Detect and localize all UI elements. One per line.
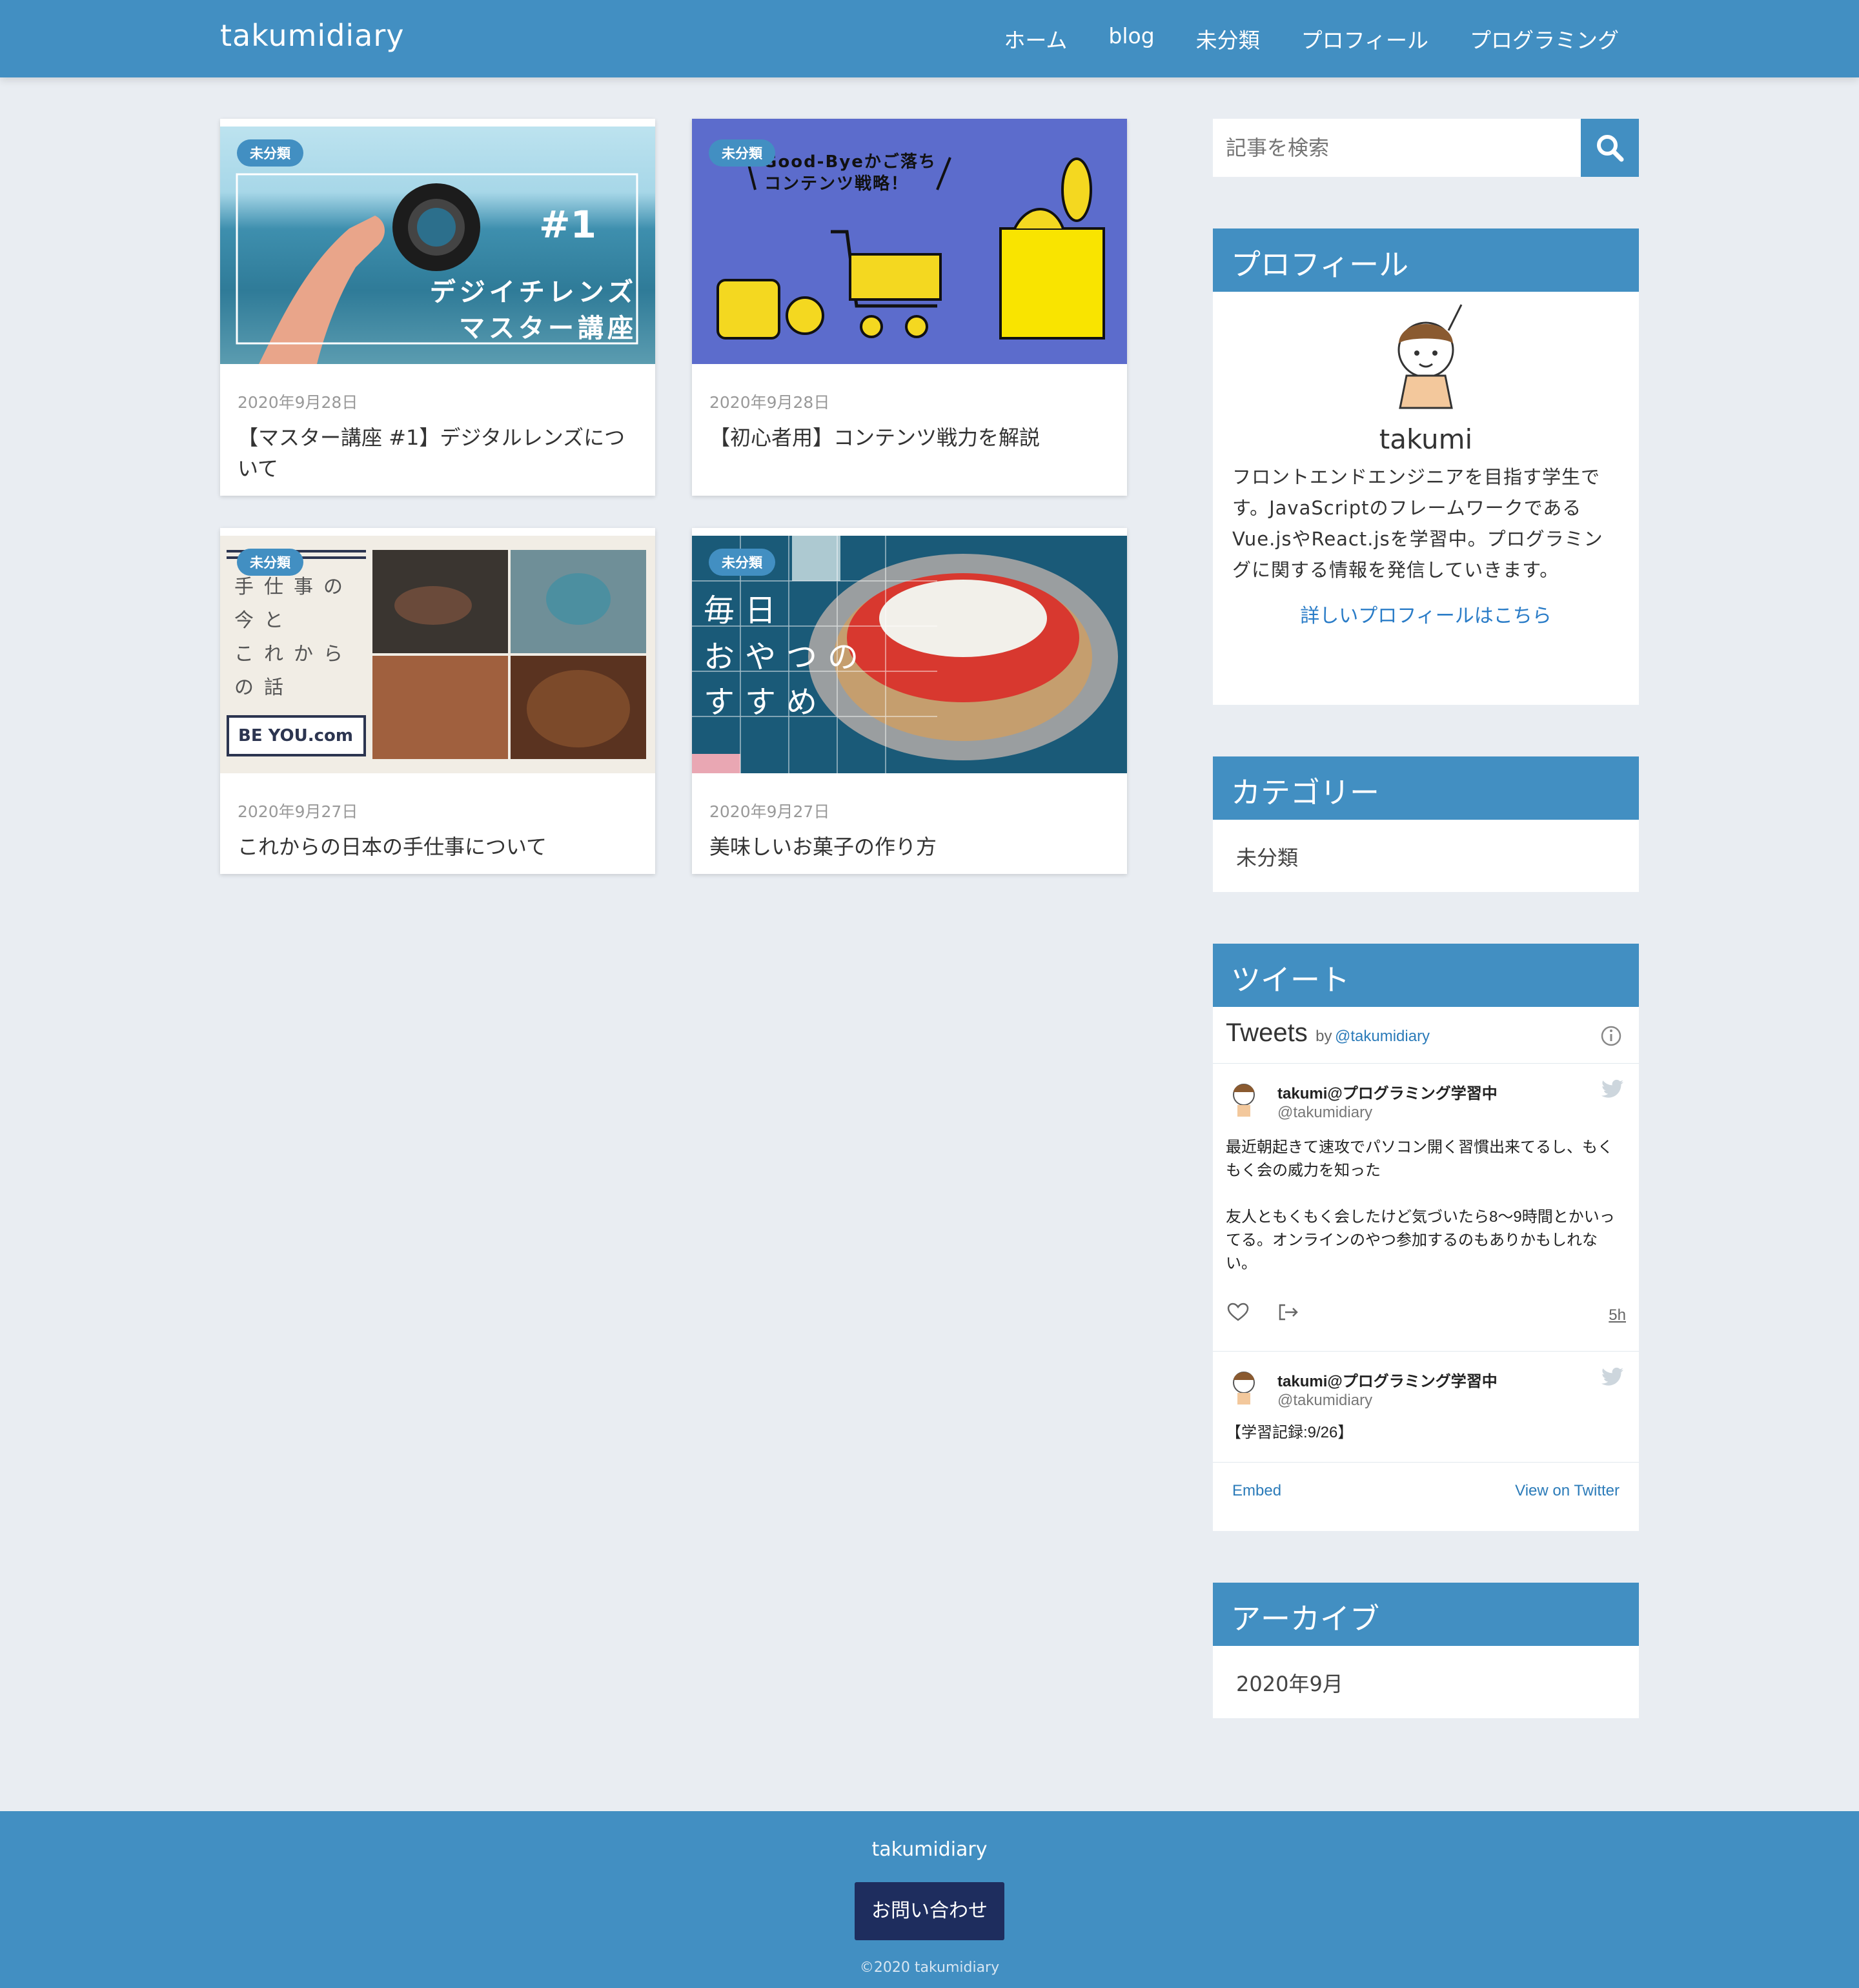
category-badge[interactable]: 未分類 xyxy=(237,139,303,167)
search-form xyxy=(1213,119,1639,177)
profile-bio: フロントエンドエンジニアを目指す学生です。JavaScriptのフレームワークで… xyxy=(1232,466,1603,581)
tweet-time[interactable]: 5h xyxy=(1609,1306,1626,1324)
post-date: 2020年9月28日 xyxy=(238,393,358,412)
site-footer: takumidiary お問い合わせ ©2020 takumidiary xyxy=(0,1811,1859,1988)
thumb-line: これから xyxy=(234,643,353,665)
thumb-logo: BE YOU.com xyxy=(227,715,366,756)
thumb-line: Good-Byeかご落ち xyxy=(763,152,937,172)
thumb-line: の話 xyxy=(234,676,294,699)
tweet-text: 【学習記録:9/26】 xyxy=(1226,1424,1354,1441)
avatar-wrap xyxy=(1213,292,1639,414)
thumb-line: コンテンツ戦略！ xyxy=(764,174,909,194)
post-card[interactable]: 手仕事の 今と これから の話 BE YOU.com 未分類 2020年9月27… xyxy=(220,528,655,874)
thumb-line: おやつの xyxy=(704,639,869,675)
category-badge[interactable]: 未分類 xyxy=(237,549,303,576)
archive-widget: アーカイブ 2020年9月 xyxy=(1213,1583,1639,1718)
post-date: 2020年9月28日 xyxy=(709,393,830,412)
timeline-label: Tweets xyxy=(1226,1019,1308,1047)
nav-uncategorized[interactable]: 未分類 xyxy=(1196,23,1260,54)
timeline-handle[interactable]: @takumidiary xyxy=(1335,1028,1430,1045)
share-icon[interactable] xyxy=(1277,1303,1299,1322)
widget-title: プロフィール xyxy=(1213,228,1639,292)
embed-link[interactable]: Embed xyxy=(1232,1482,1281,1500)
tweet-user[interactable]: takumi@プログラミング学習中 xyxy=(1277,1080,1498,1103)
tweet-avatar[interactable] xyxy=(1227,1368,1261,1405)
contact-button[interactable]: お問い合わせ xyxy=(855,1882,1004,1940)
category-widget: カテゴリー 未分類 xyxy=(1213,756,1639,892)
main-nav: ホーム blog 未分類 プロフィール プログラミング xyxy=(1004,23,1619,54)
tweet-item[interactable]: takumi@プログラミング学習中 @takumidiary 【学習記録:9/2… xyxy=(1213,1352,1639,1463)
post-title[interactable]: 美味しいお菓子の作り方 xyxy=(709,831,1104,862)
timeline-header: Tweets by @takumidiary xyxy=(1213,1007,1639,1064)
profile-name: takumi xyxy=(1379,423,1473,455)
nav-blog[interactable]: blog xyxy=(1108,23,1154,54)
profile-link[interactable]: 詳しいプロフィールはこちら xyxy=(1213,600,1639,628)
timeline-footer: Embed View on Twitter xyxy=(1213,1463,1639,1530)
view-on-twitter-link[interactable]: View on Twitter xyxy=(1515,1482,1620,1500)
post-card[interactable]: 毎日 おやつの すすめ 未分類 2020年9月27日 美味しいお菓子の作り方 xyxy=(692,528,1127,874)
post-title[interactable]: 【初心者用】コンテンツ戦力を解説 xyxy=(709,422,1104,453)
post-card[interactable]: Good-Byeかご落ち コンテンツ戦略！ 未分類 2020年9月28日 【初心… xyxy=(692,119,1127,496)
thumb-line: デジイチレンズ xyxy=(429,278,637,307)
archive-link[interactable]: 2020年9月 xyxy=(1213,1646,1639,1719)
twitter-bird-icon[interactable] xyxy=(1601,1079,1623,1099)
post-thumbnail[interactable]: Good-Byeかご落ち コンテンツ戦略！ 未分類 xyxy=(692,119,1127,364)
tweet-text: 最近朝起きて速攻でパソコン開く習慣出来てるし、もくもく会の威力を知った 友人とも… xyxy=(1226,1139,1615,1272)
category-badge[interactable]: 未分類 xyxy=(709,139,775,167)
thumb-line: すすめ xyxy=(704,684,828,720)
like-icon[interactable] xyxy=(1227,1303,1249,1322)
tweet-item[interactable]: takumi@プログラミング学習中 @takumidiary 最近朝起きて速攻で… xyxy=(1213,1064,1639,1352)
post-thumbnail[interactable]: 手仕事の 今と これから の話 BE YOU.com 未分類 xyxy=(220,528,655,773)
info-icon[interactable] xyxy=(1600,1025,1622,1047)
widget-title: ツイート xyxy=(1213,944,1639,1007)
footer-title[interactable]: takumidiary xyxy=(0,1838,1859,1861)
copyright: ©2020 takumidiary xyxy=(859,1960,1000,1976)
nav-profile[interactable]: プロフィール xyxy=(1301,23,1428,54)
post-title[interactable]: これからの日本の手仕事について xyxy=(238,831,632,862)
post-thumbnail[interactable]: #1 デジイチレンズ マスター講座 未分類 xyxy=(220,119,655,364)
category-badge[interactable]: 未分類 xyxy=(709,549,775,576)
post-date: 2020年9月27日 xyxy=(709,802,830,821)
tweet-handle[interactable]: @takumidiary xyxy=(1277,1392,1372,1410)
tweet-handle[interactable]: @takumidiary xyxy=(1277,1104,1372,1122)
widget-title: カテゴリー xyxy=(1213,756,1639,820)
profile-widget: プロフィール takumi フロントエンドエンジニアを目指す学生です。JavaS… xyxy=(1213,228,1639,705)
post-date: 2020年9月27日 xyxy=(238,802,358,821)
nav-programming[interactable]: プログラミング xyxy=(1470,23,1619,54)
search-input[interactable] xyxy=(1213,119,1581,177)
twitter-bird-icon[interactable] xyxy=(1601,1367,1623,1386)
avatar xyxy=(1397,304,1463,409)
site-header: takumidiary ホーム blog 未分類 プロフィール プログラミング xyxy=(0,0,1859,77)
nav-home[interactable]: ホーム xyxy=(1004,23,1067,54)
thumb-number: #1 xyxy=(539,203,596,247)
tweet-widget: ツイート Tweets by @takumidiary takumi@プログラミ… xyxy=(1213,944,1639,1531)
widget-title: アーカイブ xyxy=(1213,1583,1639,1646)
post-thumbnail[interactable]: 毎日 おやつの すすめ 未分類 xyxy=(692,528,1127,773)
category-link[interactable]: 未分類 xyxy=(1213,820,1639,893)
thumb-line: 今と xyxy=(234,609,294,632)
search-button[interactable] xyxy=(1581,119,1639,177)
post-title[interactable]: 【マスター講座 #1】デジタルレンズについて xyxy=(238,422,632,484)
search-icon xyxy=(1597,135,1624,162)
timeline-by: by xyxy=(1316,1028,1332,1045)
tweet-user[interactable]: takumi@プログラミング学習中 xyxy=(1277,1368,1498,1391)
tweet-avatar[interactable] xyxy=(1227,1080,1261,1117)
post-card[interactable]: #1 デジイチレンズ マスター講座 未分類 2020年9月28日 【マスター講座… xyxy=(220,119,655,496)
thumb-line: 毎日 xyxy=(704,593,787,629)
thumb-line: マスター講座 xyxy=(459,314,637,343)
site-title[interactable]: takumidiary xyxy=(220,18,405,53)
